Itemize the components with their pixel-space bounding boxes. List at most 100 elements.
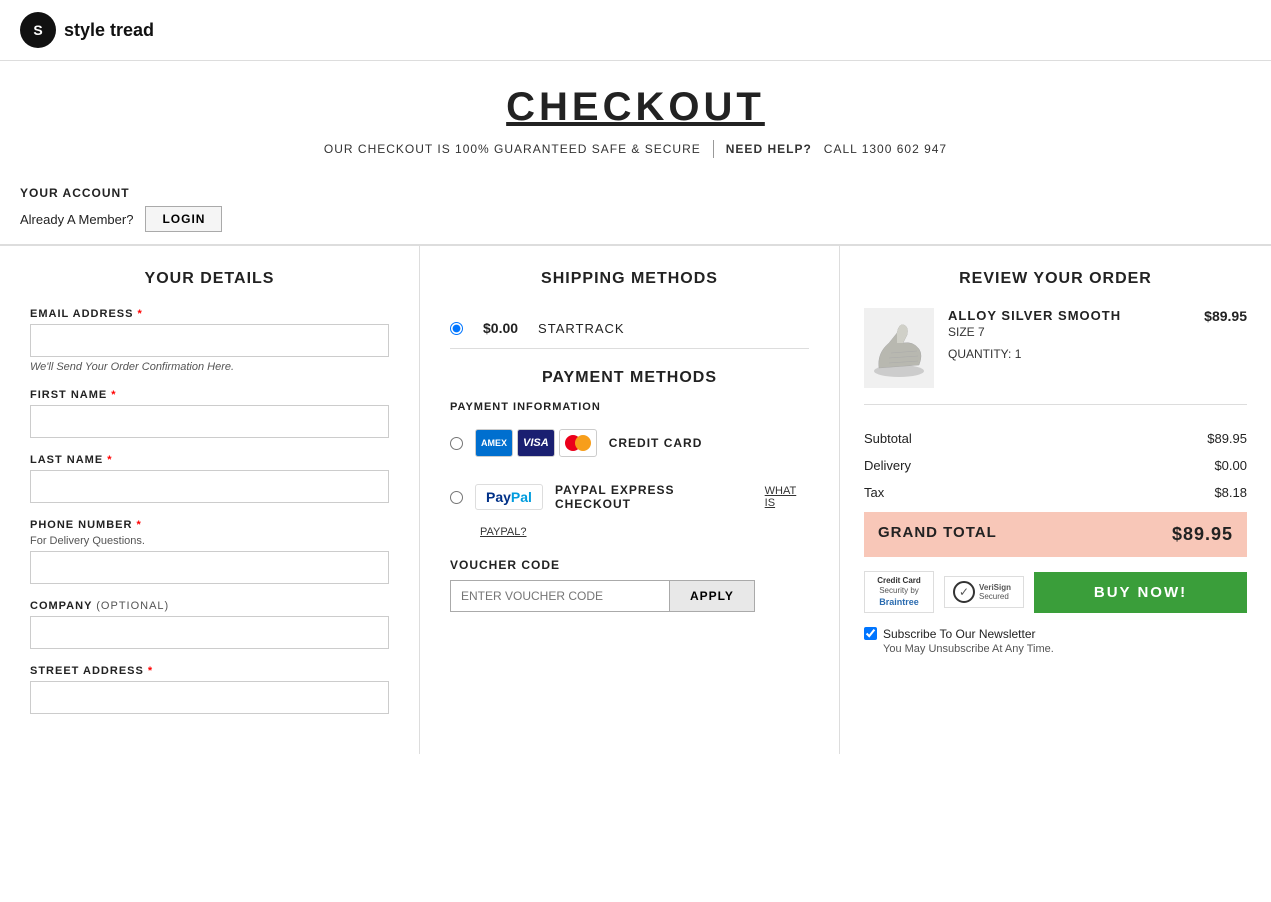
shipping-price: $0.00: [483, 320, 518, 336]
company-input[interactable]: [30, 616, 389, 649]
delivery-row: Delivery $0.00: [864, 452, 1247, 479]
voucher-label: VOUCHER CODE: [450, 558, 809, 572]
your-details-section: YOUR DETAILS EMAIL ADDRESS * We'll Send …: [0, 246, 420, 754]
last-name-group: LAST NAME *: [30, 454, 389, 503]
buy-now-button[interactable]: BUY NOW!: [1034, 572, 1247, 613]
subtotal-row: Subtotal $89.95: [864, 425, 1247, 452]
item-size: SIZE 7: [948, 325, 1190, 339]
header: S style tread: [0, 0, 1271, 61]
help-phone: CALL 1300 602 947: [824, 142, 947, 156]
verisign-check-icon: ✓: [953, 581, 975, 603]
payment-title: PAYMENT METHODS: [450, 369, 809, 387]
main-content: YOUR DETAILS EMAIL ADDRESS * We'll Send …: [0, 245, 1271, 754]
last-name-required: *: [107, 454, 112, 466]
phone-input[interactable]: [30, 551, 389, 584]
credit-card-radio[interactable]: [450, 437, 463, 450]
email-required: *: [138, 308, 143, 320]
phone-group: PHONE NUMBER * For Delivery Questions.: [30, 519, 389, 584]
tax-row: Tax $8.18: [864, 479, 1247, 506]
company-label: COMPANY (Optional): [30, 600, 389, 612]
login-button[interactable]: LOGIN: [145, 206, 222, 232]
shipping-option-startrack: $0.00 STARTRACK: [450, 308, 809, 349]
paypal-logo: PayPal: [475, 484, 543, 510]
last-name-input[interactable]: [30, 470, 389, 503]
grand-total-label: GRAND TOTAL: [878, 524, 997, 545]
email-group: EMAIL ADDRESS * We'll Send Your Order Co…: [30, 308, 389, 373]
visa-icon: VISA: [517, 429, 555, 457]
company-group: COMPANY (Optional): [30, 600, 389, 649]
email-input[interactable]: [30, 324, 389, 357]
order-summary: Subtotal $89.95 Delivery $0.00 Tax $8.18…: [864, 425, 1247, 557]
street-group: STREET ADDRESS *: [30, 665, 389, 714]
need-help-label: NEED HELP?: [726, 142, 812, 156]
mastercard-icon: [559, 429, 597, 457]
shipping-name: STARTRACK: [538, 321, 625, 336]
your-details-title: YOUR DETAILS: [30, 270, 389, 288]
newsletter-checkbox[interactable]: [864, 627, 877, 640]
logo-icon: S: [20, 12, 56, 48]
paypal-label: PAYPAL EXPRESS CHECKOUT: [555, 483, 753, 511]
last-name-label: LAST NAME *: [30, 454, 389, 466]
review-order-title: REVIEW YOUR ORDER: [864, 270, 1247, 288]
item-name: ALLOY SILVER SMOOTH: [948, 308, 1190, 323]
member-text: Already A Member?: [20, 212, 133, 227]
security-text: OUR CHECKOUT IS 100% GUARANTEED SAFE & S…: [324, 142, 701, 156]
voucher-row: APPLY: [450, 580, 809, 612]
subtotal-label: Subtotal: [864, 431, 912, 446]
payment-info-label: PAYMENT INFORMATION: [450, 401, 809, 413]
credit-card-label: CREDIT CARD: [609, 436, 703, 450]
item-image: [864, 308, 934, 388]
order-item: ALLOY SILVER SMOOTH SIZE 7 QUANTITY: 1 $…: [864, 308, 1247, 405]
item-details: ALLOY SILVER SMOOTH SIZE 7 QUANTITY: 1: [948, 308, 1190, 361]
delivery-value: $0.00: [1214, 458, 1247, 473]
shipping-payment-section: SHIPPING METHODS $0.00 STARTRACK PAYMENT…: [420, 246, 840, 754]
newsletter-sub: You May Unsubscribe At Any Time.: [883, 643, 1054, 655]
phone-label: PHONE NUMBER *: [30, 519, 389, 531]
account-row: Already A Member? LOGIN: [20, 206, 1251, 232]
company-optional: (Optional): [96, 600, 169, 612]
item-quantity: QUANTITY: 1: [948, 347, 1190, 361]
phone-required: *: [137, 519, 142, 531]
amex-icon: AMEX: [475, 429, 513, 457]
street-required: *: [148, 665, 153, 677]
what-is-paypal-link[interactable]: WHAT IS: [765, 485, 809, 509]
brand-name: style tread: [64, 20, 154, 41]
shipping-radio-startrack[interactable]: [450, 322, 463, 335]
account-section: YOUR ACCOUNT Already A Member? LOGIN: [0, 174, 1271, 245]
trust-badges-row: Credit Card Security by Braintree ✓ Veri…: [864, 571, 1247, 613]
shipping-title: SHIPPING METHODS: [450, 270, 809, 288]
first-name-label: FIRST NAME *: [30, 389, 389, 401]
paypal-radio[interactable]: [450, 491, 463, 504]
email-hint: We'll Send Your Order Confirmation Here.: [30, 361, 389, 373]
apply-button[interactable]: APPLY: [670, 580, 755, 612]
first-name-required: *: [111, 389, 116, 401]
subtotal-value: $89.95: [1207, 431, 1247, 446]
verisign-badge: ✓ VeriSign Secured: [944, 576, 1024, 608]
phone-hint: For Delivery Questions.: [30, 535, 389, 547]
security-bar: OUR CHECKOUT IS 100% GUARANTEED SAFE & S…: [20, 140, 1251, 158]
voucher-input[interactable]: [450, 580, 670, 612]
payment-card-icons: AMEX VISA: [475, 429, 597, 457]
paypal-sub-link[interactable]: PAYPAL?: [480, 526, 526, 538]
page-title: CHECKOUT: [20, 85, 1251, 130]
street-input[interactable]: [30, 681, 389, 714]
review-order-section: REVIEW YOUR ORDER ALLOY SILVER SMOOTH SI…: [840, 246, 1271, 754]
tax-value: $8.18: [1214, 485, 1247, 500]
first-name-group: FIRST NAME *: [30, 389, 389, 438]
email-label: EMAIL ADDRESS *: [30, 308, 389, 320]
page-title-section: CHECKOUT OUR CHECKOUT IS 100% GUARANTEED…: [0, 61, 1271, 174]
street-label: STREET ADDRESS *: [30, 665, 389, 677]
grand-total-value: $89.95: [1172, 524, 1233, 545]
credit-card-option: AMEX VISA CREDIT CARD: [450, 423, 809, 463]
braintree-badge: Credit Card Security by Braintree: [864, 571, 934, 613]
delivery-label: Delivery: [864, 458, 911, 473]
paypal-option: PayPal PAYPAL EXPRESS CHECKOUT WHAT IS: [450, 477, 809, 517]
item-price: $89.95: [1204, 308, 1247, 324]
tax-label: Tax: [864, 485, 884, 500]
first-name-input[interactable]: [30, 405, 389, 438]
divider: [713, 140, 714, 158]
newsletter-label: Subscribe To Our Newsletter: [883, 627, 1054, 641]
account-label: YOUR ACCOUNT: [20, 186, 1251, 200]
newsletter-row: Subscribe To Our Newsletter You May Unsu…: [864, 627, 1247, 655]
grand-total-row: GRAND TOTAL $89.95: [864, 512, 1247, 557]
